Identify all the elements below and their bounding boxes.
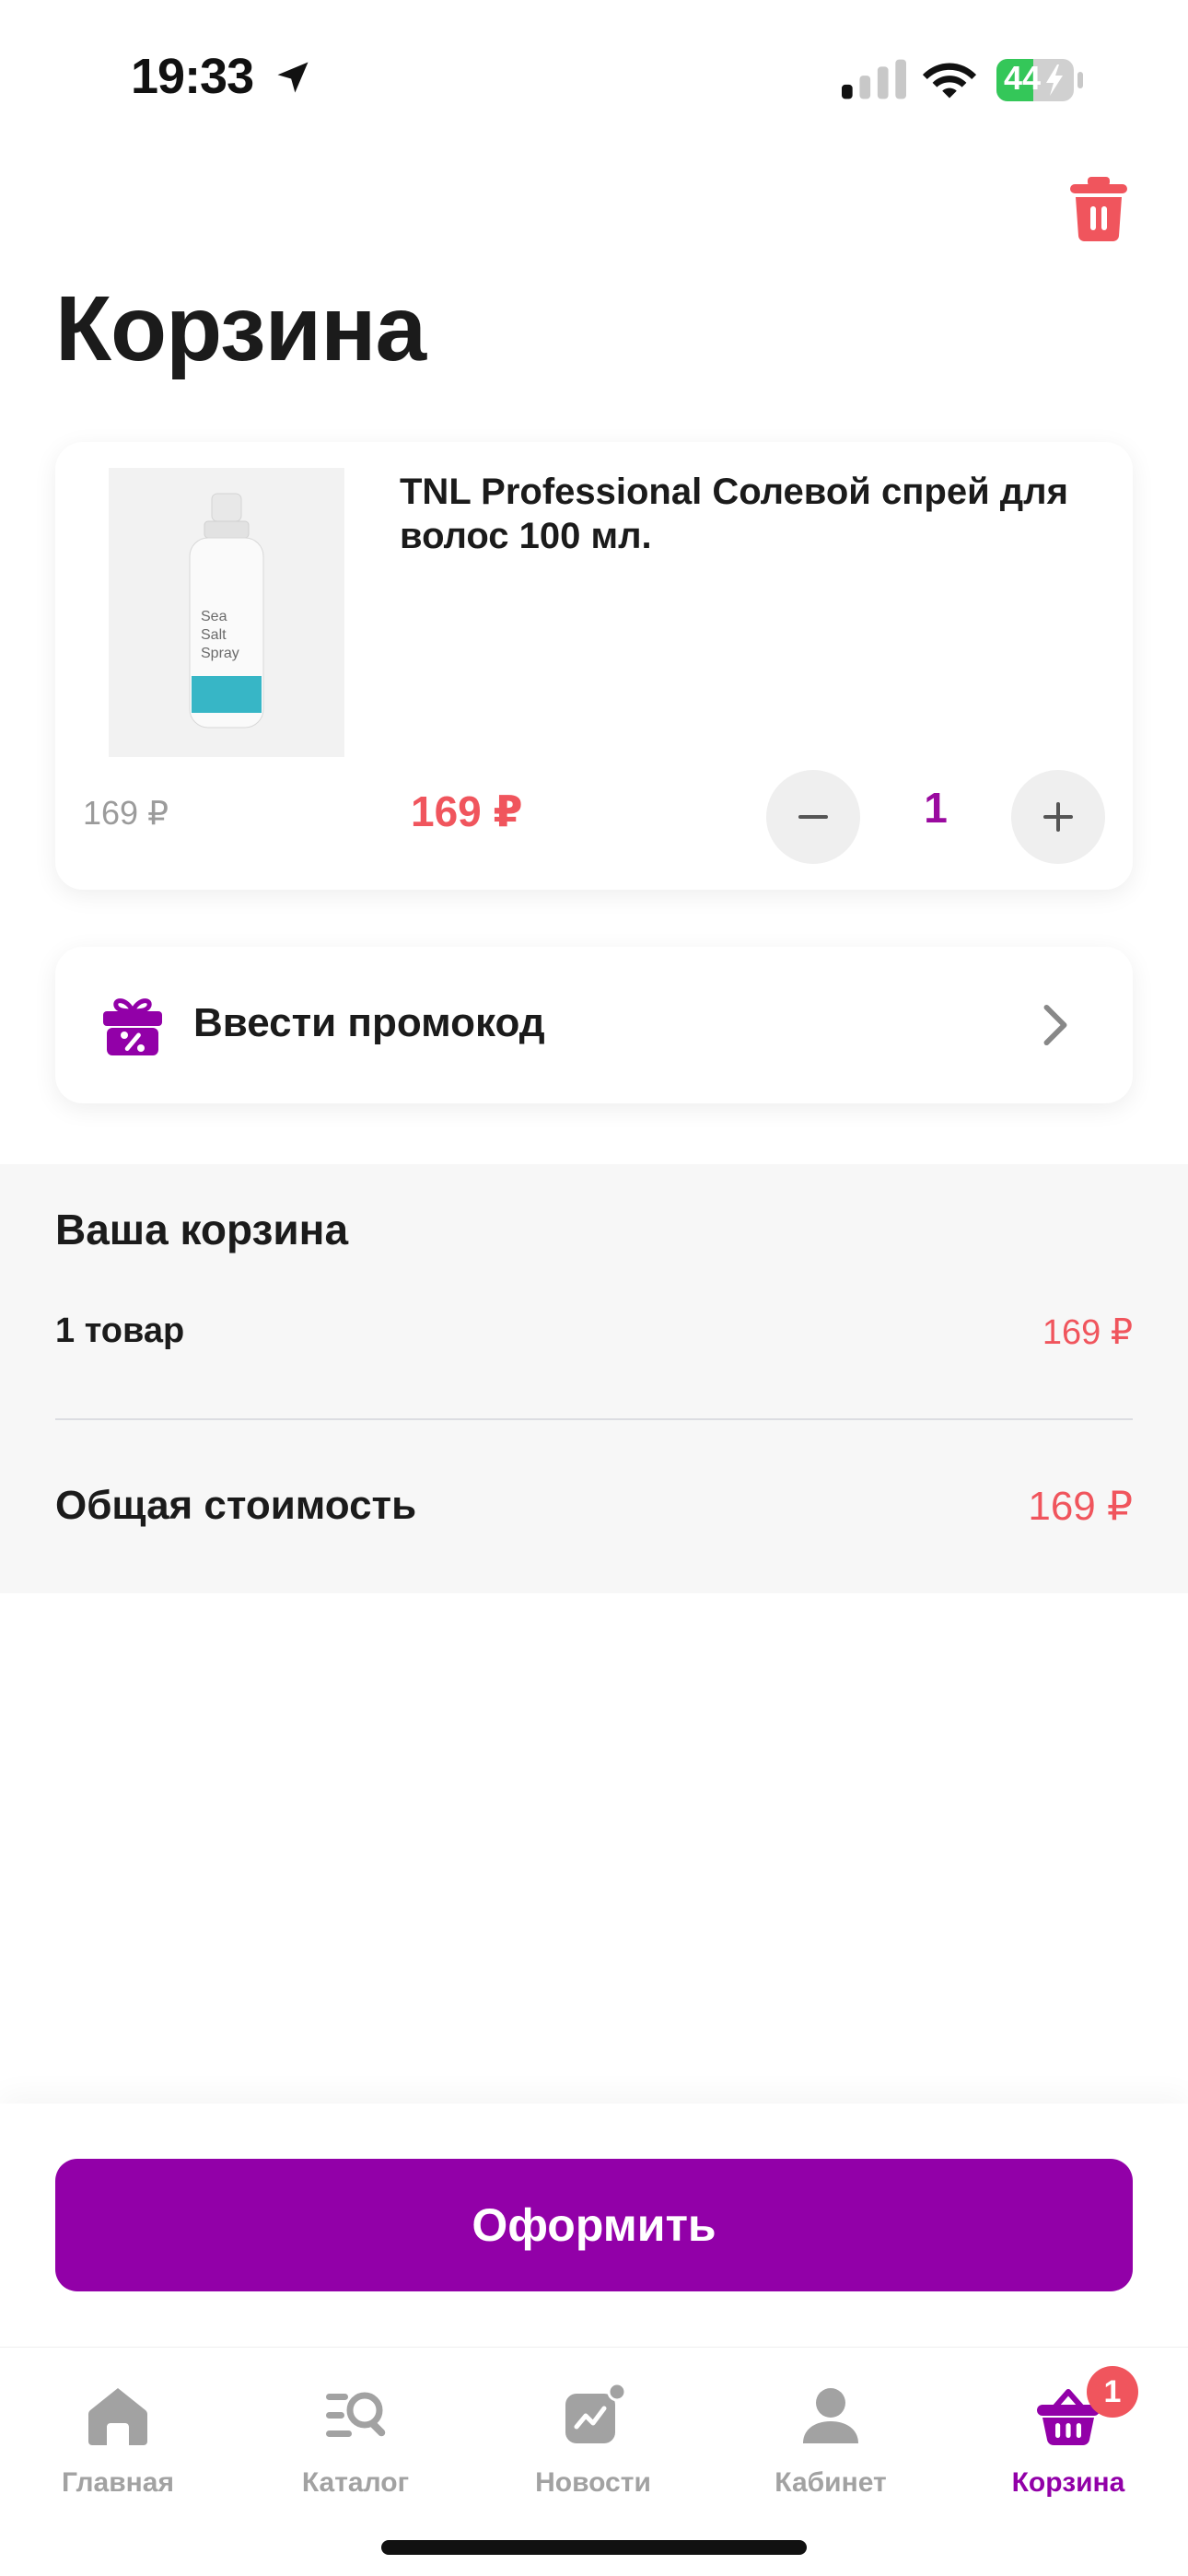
old-price: 169 ₽: [83, 794, 169, 832]
increase-quantity-button[interactable]: [1011, 770, 1105, 864]
tab-news[interactable]: Новости: [483, 2366, 704, 2498]
checkout-button[interactable]: Оформить: [55, 2159, 1133, 2291]
product-image[interactable]: Sea Salt Spray: [109, 468, 344, 757]
cart-badge: 1: [1087, 2366, 1138, 2418]
tab-label-cart: Корзина: [1011, 2467, 1125, 2498]
summary-title: Ваша корзина: [55, 1206, 349, 1253]
gift-percent-icon: [103, 998, 162, 1055]
product-image-text-2: Salt: [201, 627, 227, 643]
cart-summary: Ваша корзина 1 товар 169 ₽ Общая стоимос…: [0, 1164, 1188, 1593]
page-title: Корзина: [55, 277, 426, 380]
product-image-text-1: Sea: [201, 609, 227, 624]
user-icon: [803, 2388, 858, 2443]
home-icon: [88, 2388, 147, 2445]
chevron-right-icon: [1043, 1004, 1067, 1046]
location-arrow-icon: [277, 62, 309, 93]
wifi-icon: [922, 63, 977, 99]
checkout-area: Оформить: [0, 2104, 1188, 2347]
trash-icon[interactable]: [1070, 177, 1127, 241]
home-indicator[interactable]: [381, 2540, 807, 2555]
items-count: 1 товар: [55, 1311, 185, 1350]
quantity-value: 1: [924, 784, 948, 832]
product-image-text-3: Spray: [201, 646, 239, 661]
news-chart-icon: [565, 2383, 626, 2443]
product-name[interactable]: TNL Professional Солевой спрей для волос…: [400, 470, 1118, 558]
plus-icon: [1043, 802, 1073, 832]
tab-catalog[interactable]: Каталог: [245, 2366, 466, 2498]
total-label: Общая стоимость: [55, 1483, 417, 1528]
status-bar: 19:33 44: [0, 0, 1188, 138]
battery-level: 44: [1004, 59, 1042, 97]
tab-cart[interactable]: 1 Корзина: [958, 2366, 1179, 2498]
summary-divider: [55, 1418, 1133, 1420]
promo-code-label: Ввести промокод: [193, 1000, 545, 1045]
tab-label-catalog: Каталог: [301, 2467, 410, 2498]
catalog-search-icon: [326, 2392, 386, 2437]
minus-icon: [798, 815, 828, 819]
cellular-signal-icon: [842, 59, 906, 99]
tab-cabinet[interactable]: Кабинет: [720, 2366, 941, 2498]
status-time: 19:33: [131, 49, 254, 104]
promo-code-button[interactable]: Ввести промокод: [55, 947, 1133, 1103]
tab-home[interactable]: Главная: [7, 2366, 228, 2498]
tab-label-news: Новости: [535, 2467, 651, 2498]
decrease-quantity-button[interactable]: [766, 770, 860, 864]
total-price: 169 ₽: [1028, 1484, 1133, 1529]
cart-item-card: Sea Salt Spray TNL Professional Солевой …: [55, 442, 1133, 890]
tab-label-home: Главная: [61, 2467, 174, 2498]
product-price: 169 ₽: [411, 787, 523, 835]
tab-label-cabinet: Кабинет: [775, 2467, 887, 2498]
items-price: 169 ₽: [1042, 1313, 1133, 1352]
